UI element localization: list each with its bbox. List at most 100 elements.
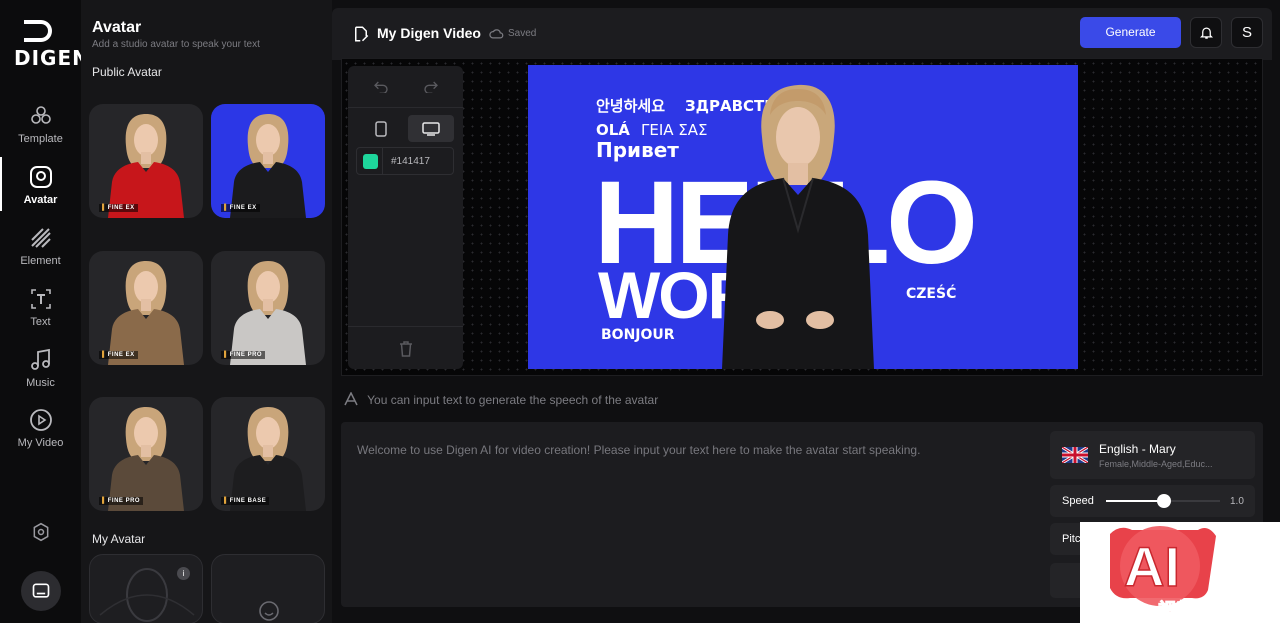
user-menu-button[interactable]	[21, 571, 61, 611]
greeting-polish: CZEŚĆ	[906, 284, 956, 302]
uk-flag-icon	[1062, 447, 1088, 463]
nav-label: Element	[20, 255, 61, 267]
avatar-panel: Avatar Add a studio avatar to speak your…	[81, 0, 332, 623]
add-avatar-icon	[259, 601, 279, 621]
add-avatar-card[interactable]	[211, 554, 325, 623]
logo-mark-icon	[24, 20, 52, 42]
avatar-icon	[29, 166, 52, 188]
voice-desc: Female,Middle-Aged,Educ...	[1099, 459, 1213, 469]
my-avatar-heading: My Avatar	[92, 532, 146, 546]
greeting-portuguese: OLÁ	[596, 120, 630, 139]
public-avatar-card[interactable]: FINE EX	[89, 251, 203, 365]
public-avatar-card[interactable]: FINE PRO	[89, 397, 203, 511]
avatar-figure	[108, 261, 184, 365]
template-icon	[30, 106, 51, 124]
nav-item-text[interactable]: Text	[0, 287, 81, 328]
voice-name: English - Mary	[1099, 442, 1176, 456]
bg-color-field[interactable]: #141417	[356, 147, 454, 175]
nav-item-my-video[interactable]: My Video	[0, 408, 81, 449]
nav-label: Music	[26, 377, 55, 389]
divider	[348, 107, 463, 108]
chat-icon	[32, 583, 50, 598]
avatar-tier-badge: FINE PRO	[221, 351, 266, 359]
divider	[382, 148, 383, 174]
greeting-greek: ΓΕΙΑ ΣΑΣ	[641, 121, 708, 139]
undo-icon[interactable]	[373, 79, 389, 93]
avatar-tier-badge: FINE PRO	[99, 497, 144, 505]
nav-label: Text	[30, 316, 51, 328]
text-icon	[30, 289, 51, 309]
avatar-tier-badge: FINE EX	[221, 204, 260, 212]
panel-subtitle: Add a studio avatar to speak your text	[92, 39, 260, 50]
panel-title: Avatar	[92, 19, 142, 36]
nav-label: My Video	[17, 437, 64, 449]
public-avatar-card[interactable]: FINE PRO	[211, 251, 325, 365]
nav-item-music[interactable]: Music	[0, 348, 81, 389]
public-avatar-card[interactable]: FINE EX	[89, 104, 203, 218]
app-root: DIGEN Template Avatar Element Text Music…	[0, 0, 1280, 623]
speed-handle[interactable]	[1157, 494, 1171, 508]
watermark-ai: AI	[1124, 535, 1180, 598]
brand-logo[interactable]: DIGEN	[14, 20, 90, 70]
avatar-figure	[230, 407, 306, 511]
avatar-figure	[108, 114, 184, 218]
landscape-toggle[interactable]	[408, 115, 454, 142]
public-avatar-card[interactable]: FINE BASE	[211, 397, 325, 511]
avatar-tier-badge: FINE EX	[99, 204, 138, 212]
avatar-figure	[108, 407, 184, 511]
watermark-sub: 视频贴吧	[1158, 599, 1230, 621]
video-icon	[29, 409, 52, 431]
divider	[348, 326, 463, 327]
edit-file-icon	[355, 26, 369, 42]
editor-toolbar: My Digen Video Saved Generate S	[332, 8, 1272, 60]
script-placeholder[interactable]: Welcome to use Digen AI for video creati…	[357, 443, 920, 457]
nav-item-avatar[interactable]: Avatar	[0, 157, 81, 211]
brand-name: DIGEN	[14, 46, 90, 70]
cloud-icon	[489, 29, 504, 39]
public-avatar-heading: Public Avatar	[92, 65, 162, 79]
bell-icon	[1199, 27, 1213, 39]
nav-item-element[interactable]: Element	[0, 226, 81, 267]
nav-item-template[interactable]: Template	[0, 104, 81, 145]
generate-button[interactable]: Generate	[1080, 17, 1181, 48]
profile-button[interactable]: S	[1231, 17, 1263, 48]
speed-fill	[1106, 500, 1163, 502]
watermark-logo: AI 视频贴吧	[1110, 526, 1231, 622]
avatar-tier-badge: FINE EX	[99, 351, 138, 359]
phone-icon	[375, 121, 387, 137]
speed-value: 1.0	[1230, 496, 1244, 507]
text-a-icon	[344, 391, 358, 406]
canvas-tools: #141417	[348, 66, 463, 369]
notification-button[interactable]	[1190, 17, 1222, 48]
watermark: AI 视频贴吧	[1080, 522, 1280, 623]
color-swatch[interactable]	[363, 154, 378, 169]
avatar-silhouette-icon	[99, 568, 195, 622]
settings-icon[interactable]	[31, 522, 51, 542]
avatar-figure	[230, 114, 306, 218]
info-icon[interactable]: i	[177, 567, 190, 580]
canvas-composition: 안녕하세요 ЗДРАВСТВУЙ OLÁ ΓΕΙΑ ΣΑΣ Привет HEL…	[528, 65, 1078, 369]
trash-icon[interactable]	[399, 341, 413, 357]
helper-text: You can input text to generate the speec…	[367, 393, 659, 407]
public-avatar-card[interactable]: FINE EX	[211, 104, 325, 218]
speed-track[interactable]	[1106, 494, 1220, 508]
speech-helper: You can input text to generate the speec…	[344, 391, 659, 407]
music-icon	[30, 348, 50, 370]
bg-color-value: #141417	[391, 156, 430, 167]
left-nav: DIGEN Template Avatar Element Text Music…	[0, 0, 90, 623]
monitor-icon	[422, 122, 440, 136]
portrait-toggle[interactable]	[357, 115, 405, 142]
project-title[interactable]: My Digen Video	[377, 25, 481, 41]
my-avatar-card[interactable]: i	[89, 554, 203, 623]
pitch-label: Pitc	[1062, 533, 1081, 545]
greeting-french: BONJOUR	[601, 327, 675, 343]
video-canvas[interactable]: 안녕하세요 ЗДРАВСТВУЙ OLÁ ΓΕΙΑ ΣΑΣ Привет HEL…	[528, 65, 1078, 369]
speed-control: Speed 1.0	[1050, 485, 1255, 517]
speed-label: Speed	[1062, 495, 1094, 507]
avatar-figure	[230, 261, 306, 365]
avatar-tier-badge: FINE BASE	[221, 497, 270, 505]
redo-icon[interactable]	[423, 79, 439, 93]
greeting-korean: 안녕하세요	[596, 97, 665, 115]
voice-selector[interactable]: English - Mary Female,Middle-Aged,Educ..…	[1050, 431, 1255, 479]
nav-label: Template	[18, 133, 63, 145]
